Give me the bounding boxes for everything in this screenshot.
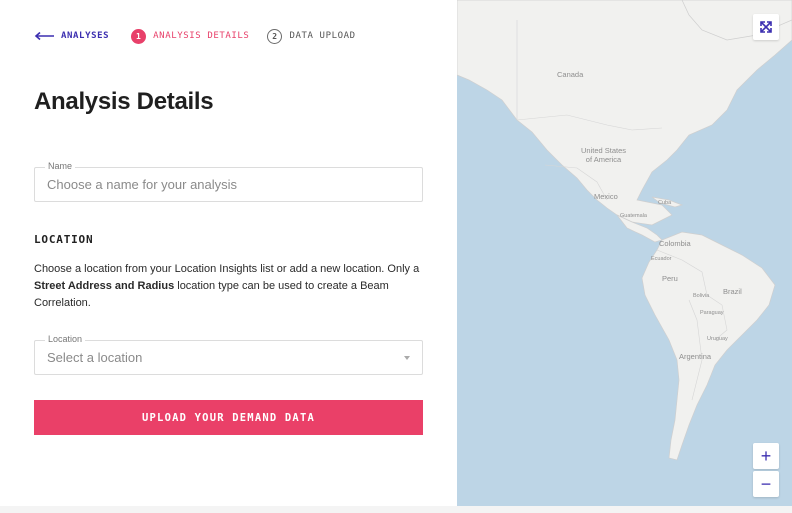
location-select[interactable]: Location Select a location	[34, 334, 423, 375]
location-select-value: Select a location	[47, 350, 143, 365]
step-2-label: DATA UPLOAD	[289, 31, 356, 41]
zoom-out-button[interactable]: −	[753, 471, 779, 497]
map-label-peru: Peru	[662, 274, 678, 283]
map-label-uruguay: Uruguay	[707, 336, 728, 342]
location-description: Choose a location from your Location Ins…	[34, 261, 426, 312]
location-desc-bold: Street Address and Radius	[34, 280, 175, 292]
map-label-mexico: Mexico	[594, 192, 618, 201]
map-label-brazil: Brazil	[723, 287, 742, 296]
upload-demand-data-button[interactable]: UPLOAD YOUR DEMAND DATA	[34, 400, 423, 435]
location-field-label: Location	[45, 334, 86, 344]
map-label-argentina: Argentina	[679, 352, 712, 361]
location-heading: LOCATION	[34, 233, 94, 246]
step-2-badge: 2	[267, 28, 283, 44]
map-label-colombia: Colombia	[659, 239, 691, 248]
name-field-label: Name	[45, 161, 76, 171]
back-label: ANALYSES	[61, 31, 110, 41]
map-view[interactable]: Canada United States of America Mexico C…	[457, 0, 792, 513]
fullscreen-button[interactable]	[753, 14, 779, 40]
map-label-cuba: Cuba	[658, 200, 672, 206]
map-label-canada: Canada	[557, 70, 584, 79]
step-1-badge: 1	[131, 28, 147, 44]
step-data-upload[interactable]: 2 DATA UPLOAD	[267, 28, 356, 44]
breadcrumb-stepper: ANALYSES 1 ANALYSIS DETAILS 2 DATA UPLOA…	[34, 26, 356, 46]
zoom-in-button[interactable]: +	[753, 443, 779, 469]
chevron-down-icon	[404, 356, 410, 360]
name-field: Name	[34, 161, 423, 202]
step-1-label: ANALYSIS DETAILS	[153, 31, 250, 41]
arrow-left-icon	[34, 31, 54, 41]
map-label-usa: United States of America	[581, 146, 627, 164]
map-label-guatemala: Guatemala	[620, 213, 647, 219]
expand-icon	[760, 21, 772, 33]
location-desc-text-1: Choose a location from your Location Ins…	[34, 263, 420, 275]
page-title: Analysis Details	[34, 88, 214, 115]
map-land-shapes	[457, 0, 792, 461]
back-to-analyses-link[interactable]: ANALYSES	[34, 31, 131, 41]
map-label-bolivia: Bolivia	[693, 293, 710, 299]
name-input[interactable]	[35, 168, 422, 201]
analysis-form-panel: ANALYSES 1 ANALYSIS DETAILS 2 DATA UPLOA…	[0, 0, 457, 513]
step-analysis-details[interactable]: 1 ANALYSIS DETAILS	[131, 28, 267, 44]
bottom-strip	[0, 506, 792, 513]
map-label-ecuador: Ecuador	[651, 256, 672, 262]
map-label-paraguay: Paraguay	[700, 310, 724, 316]
